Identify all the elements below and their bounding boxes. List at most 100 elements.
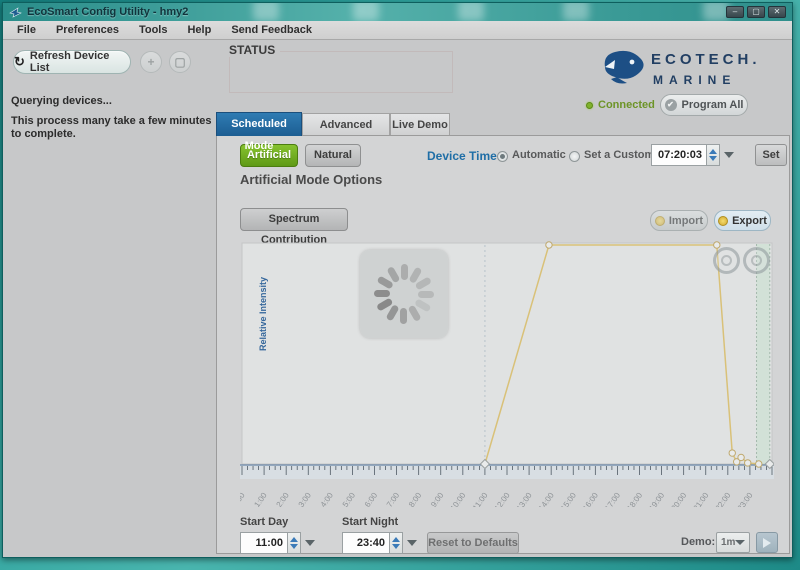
play-icon — [763, 538, 771, 548]
status-panel-label: STATUS — [229, 43, 280, 57]
device-time-label: Device Time: — [427, 149, 501, 163]
svg-text:17:00: 17:00 — [603, 491, 622, 507]
start-day-spin-arrows[interactable] — [288, 532, 301, 554]
svg-text:14:00: 14:00 — [537, 491, 556, 507]
set-time-button[interactable]: Set — [755, 144, 787, 166]
connection-status: Connected — [586, 99, 655, 111]
svg-text:10:00: 10:00 — [449, 491, 468, 507]
tab-advanced-settings[interactable]: Advanced Settings — [302, 113, 390, 136]
connected-label: Connected — [598, 99, 655, 111]
start-night-label: Start Night — [342, 516, 398, 528]
menu-bar: File Preferences Tools Help Send Feedbac… — [3, 21, 792, 40]
check-circle-icon: ✔ — [665, 99, 677, 111]
connected-dot-icon — [586, 102, 593, 109]
export-button[interactable]: Export — [714, 210, 771, 231]
spinner-icon — [360, 250, 448, 338]
tab-scheduled-mode[interactable]: Scheduled Mode — [216, 112, 302, 136]
svg-text:6:00: 6:00 — [363, 491, 380, 507]
export-icon — [718, 216, 728, 226]
glass-reflection — [353, 3, 379, 21]
radio-custom-time[interactable] — [569, 151, 580, 162]
window-title: EcoSmart Config Utility - hmy2 — [27, 6, 188, 18]
import-label: Import — [669, 215, 703, 227]
svg-text:8:00: 8:00 — [407, 491, 424, 507]
start-night-spin-arrows[interactable] — [390, 532, 403, 554]
zoom-out-icon[interactable] — [743, 247, 770, 274]
refresh-button-label: Refresh Device List — [30, 50, 130, 74]
start-night-value[interactable]: 23:40 — [342, 532, 390, 554]
svg-text:9:00: 9:00 — [429, 491, 446, 507]
import-icon — [655, 216, 665, 226]
add-device-button[interactable]: + — [140, 51, 162, 73]
start-day-value[interactable]: 11:00 — [240, 532, 288, 554]
secondary-device-button[interactable]: ▢ — [169, 51, 191, 73]
maximize-button[interactable]: ▢ — [747, 6, 765, 18]
svg-text:16:00: 16:00 — [581, 491, 600, 507]
menu-item-help[interactable]: Help — [177, 22, 221, 38]
title-bar[interactable]: EcoSmart Config Utility - hmy2 – ▢ ✕ — [3, 3, 792, 21]
minimize-button[interactable]: – — [726, 6, 744, 18]
menu-item-file[interactable]: File — [3, 22, 46, 38]
device-time-value[interactable]: 07:20:03 — [651, 144, 707, 166]
fish-logo-icon — [601, 47, 649, 89]
chart-svg[interactable]: 0:001:002:003:004:005:006:007:008:009:00… — [240, 239, 774, 507]
spectrum-contribution-button[interactable]: Spectrum Contribution — [240, 208, 348, 231]
glass-reflection — [563, 3, 589, 21]
svg-text:20:00: 20:00 — [669, 491, 688, 507]
program-all-label: Program All — [682, 99, 744, 111]
section-heading: Artificial Mode Options — [240, 172, 382, 187]
glass-reflection — [458, 3, 484, 21]
demo-label: Demo: — [681, 536, 715, 548]
querying-hint-text: This process many take a few minutes to … — [11, 115, 219, 141]
svg-text:3:00: 3:00 — [297, 491, 314, 507]
svg-text:12:00: 12:00 — [493, 491, 512, 507]
demo-play-button[interactable] — [756, 532, 778, 553]
svg-text:23:00: 23:00 — [736, 491, 755, 507]
svg-text:5:00: 5:00 — [341, 491, 358, 507]
svg-text:18:00: 18:00 — [625, 491, 644, 507]
svg-text:19:00: 19:00 — [647, 491, 666, 507]
start-day-dropdown-arrow[interactable] — [301, 532, 319, 554]
start-night-spinner[interactable]: 23:40 — [342, 532, 421, 554]
scheduled-mode-panel: Artificial Natural Device Time: Automati… — [216, 135, 790, 554]
chart-y-axis-label: Relative Intensity — [258, 277, 268, 351]
radio-automatic-label[interactable]: Automatic — [512, 149, 566, 161]
menu-item-tools[interactable]: Tools — [129, 22, 178, 38]
svg-text:15:00: 15:00 — [559, 491, 578, 507]
svg-text:11:00: 11:00 — [471, 491, 490, 507]
svg-text:1:00: 1:00 — [252, 491, 269, 507]
demo-speed-select[interactable]: 1m — [716, 532, 750, 553]
svg-text:0:00: 0:00 — [240, 491, 247, 507]
status-panel-box — [229, 51, 453, 93]
natural-mode-button[interactable]: Natural — [305, 144, 361, 167]
brand-name-line1: ECOTECH. — [651, 51, 761, 68]
start-night-dropdown-arrow[interactable] — [403, 532, 421, 554]
svg-text:13:00: 13:00 — [515, 491, 534, 507]
device-time-dropdown-arrow[interactable] — [720, 144, 738, 166]
start-day-spinner[interactable]: 11:00 — [240, 532, 319, 554]
menu-item-send-feedback[interactable]: Send Feedback — [221, 22, 322, 38]
tab-live-demo[interactable]: Live Demo — [390, 113, 450, 136]
svg-text:7:00: 7:00 — [385, 491, 402, 507]
glass-reflection — [253, 3, 279, 21]
chevron-down-icon — [735, 540, 745, 545]
program-all-button[interactable]: ✔ Program All — [660, 94, 748, 116]
app-icon — [9, 7, 22, 18]
device-time-spin-arrows[interactable] — [707, 144, 720, 166]
svg-text:4:00: 4:00 — [319, 491, 336, 507]
demo-speed-value: 1m — [721, 537, 735, 548]
import-button[interactable]: Import — [650, 210, 708, 231]
radio-automatic[interactable] — [497, 151, 508, 162]
intensity-chart[interactable]: 0:001:002:003:004:005:006:007:008:009:00… — [240, 239, 774, 507]
svg-text:22:00: 22:00 — [714, 491, 733, 507]
device-time-spinner[interactable]: 07:20:03 — [651, 144, 738, 166]
reset-to-defaults-button[interactable]: Reset to Defaults — [427, 532, 519, 554]
zoom-in-icon[interactable] — [713, 247, 740, 274]
close-button[interactable]: ✕ — [768, 6, 786, 18]
refresh-device-list-button[interactable]: ↻ Refresh Device List — [13, 50, 131, 74]
brand-logo: ECOTECH. MARINE — [595, 43, 791, 101]
app-window: EcoSmart Config Utility - hmy2 – ▢ ✕ Fil… — [2, 2, 793, 558]
menu-item-preferences[interactable]: Preferences — [46, 22, 129, 38]
loading-spinner — [360, 250, 448, 338]
querying-status-text: Querying devices... — [11, 95, 112, 107]
